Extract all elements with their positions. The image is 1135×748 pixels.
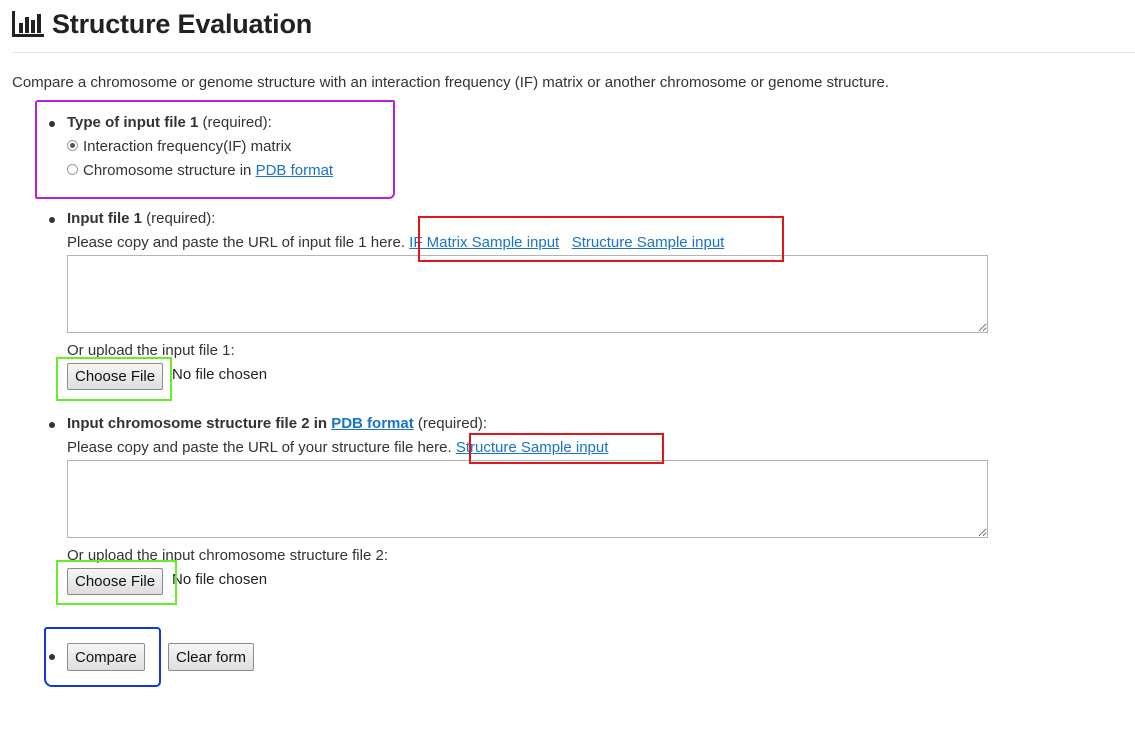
bullet — [49, 121, 55, 127]
pdb-format-link[interactable]: PDB format — [256, 162, 334, 179]
choose-file2-button[interactable]: Choose File — [67, 568, 164, 595]
choose-file1-button[interactable]: Choose File — [67, 363, 164, 390]
radio-if-matrix-label: Interaction frequency(IF) matrix — [83, 138, 292, 155]
structure-sample-link-2[interactable]: Structure Sample input — [456, 439, 609, 456]
radio-option-structure[interactable]: Chromosome structure in PDB format — [67, 162, 333, 180]
radio-structure[interactable] — [67, 164, 78, 175]
file2-status: No file chosen — [172, 571, 268, 588]
pdb-format-link-2[interactable]: PDB format — [331, 415, 414, 432]
radio-option-if-matrix[interactable]: Interaction frequency(IF) matrix — [67, 138, 291, 156]
if-matrix-sample-link[interactable]: IF Matrix Sample input — [409, 234, 559, 251]
bullet — [49, 217, 55, 223]
page-title: Structure Evaluation — [52, 9, 313, 39]
structure-sample-link[interactable]: Structure Sample input — [572, 234, 725, 251]
section3-label: Input chromosome structure file 2 in PDB… — [67, 415, 488, 432]
intro-text: Compare a chromosome or genome structure… — [12, 74, 890, 91]
upload-file1-label: Or upload the input file 1: — [67, 342, 235, 359]
clear-form-button[interactable]: Clear form — [168, 643, 255, 671]
compare-button[interactable]: Compare — [67, 643, 145, 671]
file1-status: No file chosen — [172, 366, 268, 383]
bullet — [49, 422, 55, 428]
input-file1-url-textarea[interactable] — [67, 255, 988, 333]
page-header: Structure Evaluation — [12, 6, 1135, 53]
input-file2-url-textarea[interactable] — [67, 460, 988, 538]
radio-if-matrix[interactable] — [67, 140, 78, 151]
upload-file2-label: Or upload the input chromosome structure… — [67, 547, 388, 564]
section1-label: Type of input file 1 (required): — [67, 114, 272, 131]
section2-label: Input file 1 (required): — [67, 210, 216, 227]
bar-chart-icon — [12, 11, 44, 37]
section3-instruction: Please copy and paste the URL of your st… — [67, 439, 609, 456]
bullet — [49, 654, 55, 660]
section2-instruction: Please copy and paste the URL of input f… — [67, 234, 725, 251]
radio-structure-label: Chromosome structure in — [83, 162, 256, 179]
